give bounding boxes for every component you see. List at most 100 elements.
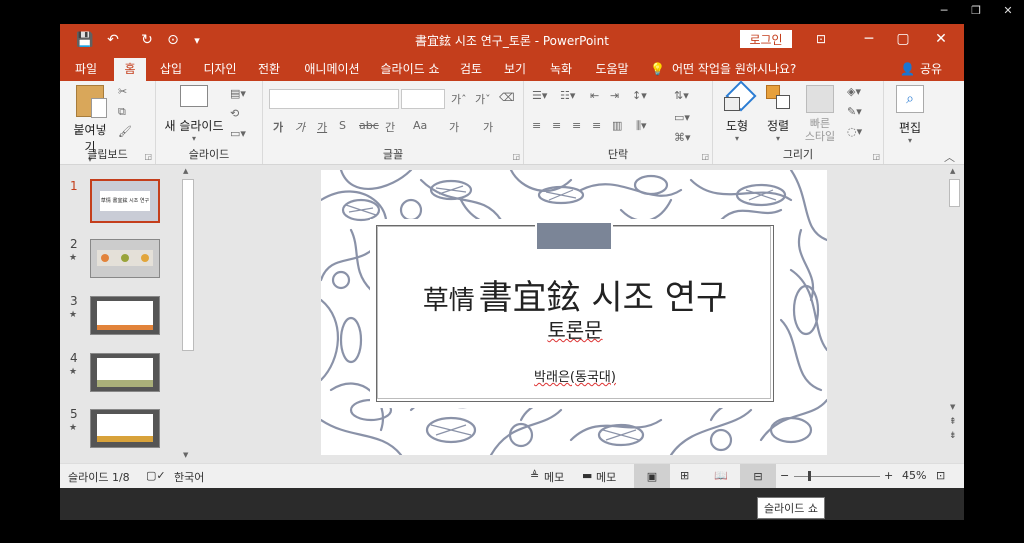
- justify-icon[interactable]: ≡: [592, 119, 601, 132]
- slide-sorter-icon[interactable]: ⊞: [680, 469, 689, 482]
- tab-home[interactable]: 홈: [114, 58, 146, 81]
- slide-thumb-4[interactable]: [90, 353, 160, 392]
- tab-transitions[interactable]: 전환: [252, 58, 286, 81]
- tab-record[interactable]: 녹화: [544, 58, 578, 81]
- outer-minimize-icon[interactable]: ─: [928, 0, 960, 20]
- tab-insert[interactable]: 삽입: [154, 58, 188, 81]
- editing-button[interactable]: ⌕ 편집 ▾: [890, 85, 930, 145]
- tell-me-box[interactable]: 어떤 작업을 원하시나요?: [672, 58, 802, 81]
- cut-icon[interactable]: ✂: [118, 85, 127, 98]
- change-case-icon[interactable]: Aa: [413, 119, 427, 132]
- increase-indent-icon[interactable]: ⇥: [610, 89, 619, 102]
- shape-fill-icon[interactable]: ◈▾: [847, 85, 861, 98]
- scrollbar-thumb[interactable]: [182, 179, 194, 351]
- zoom-in-icon[interactable]: +: [884, 469, 893, 482]
- zoom-slider-thumb[interactable]: [808, 471, 811, 481]
- align-center-icon[interactable]: ≡: [552, 119, 561, 132]
- editor-scrollbar[interactable]: ▲ ▼ ⇞ ⇟: [946, 165, 962, 463]
- notes-icon[interactable]: ≜: [530, 469, 539, 482]
- scroll-up-icon[interactable]: ▲: [950, 167, 955, 175]
- align-right-icon[interactable]: ≡: [572, 119, 581, 132]
- drawing-launcher-icon[interactable]: ◲: [872, 152, 880, 161]
- ribbon-display-options-icon[interactable]: ⊡: [807, 29, 835, 49]
- fit-to-window-icon[interactable]: ⊡: [936, 469, 945, 482]
- highlight-icon[interactable]: 가: [449, 119, 459, 135]
- minimize-icon[interactable]: ─: [855, 29, 883, 49]
- copy-icon[interactable]: ⧉: [118, 105, 126, 119]
- text-direction-icon[interactable]: ⇅▾: [674, 89, 689, 102]
- increase-font-icon[interactable]: 가ˆ: [451, 91, 467, 107]
- share-button[interactable]: 공유: [916, 58, 946, 81]
- tab-help[interactable]: 도움말: [590, 58, 634, 81]
- slide-thumb-2[interactable]: [90, 239, 160, 278]
- underline-icon[interactable]: 가: [317, 119, 327, 135]
- language-indicator[interactable]: 한국어: [174, 469, 204, 485]
- italic-icon[interactable]: 가: [295, 119, 305, 135]
- bullets-icon[interactable]: ☰▾: [532, 89, 547, 102]
- title-box[interactable]: 草情 書宜鉉 시조 연구 토론문 박래은(동국대): [376, 225, 774, 402]
- tab-design[interactable]: 디자인: [198, 58, 242, 81]
- tab-slideshow[interactable]: 슬라이드 쇼: [376, 58, 444, 81]
- clear-format-icon[interactable]: ⌫: [499, 91, 515, 104]
- collapse-ribbon-icon[interactable]: ︿: [944, 149, 955, 165]
- quick-styles-button[interactable]: 빠른 스타일: [799, 85, 841, 143]
- slides-pane-scrollbar[interactable]: ▲ ▼: [180, 165, 194, 463]
- zoom-level[interactable]: 45%: [902, 469, 926, 482]
- scrollbar-thumb[interactable]: [949, 179, 960, 207]
- comments-button[interactable]: 메모: [596, 469, 616, 485]
- font-color-icon[interactable]: 가: [483, 119, 493, 135]
- scroll-down-icon[interactable]: ▼: [950, 403, 955, 411]
- paragraph-launcher-icon[interactable]: ◲: [701, 152, 709, 161]
- login-button[interactable]: 로그인: [740, 30, 792, 48]
- char-spacing-icon[interactable]: 간: [385, 119, 395, 135]
- outer-restore-icon[interactable]: ❐: [960, 0, 992, 20]
- align-text-icon[interactable]: ▭▾: [674, 111, 690, 124]
- scroll-up-icon[interactable]: ▲: [183, 167, 188, 175]
- comments-icon[interactable]: ▬: [582, 469, 592, 482]
- zoom-slider[interactable]: [794, 471, 880, 481]
- decrease-indent-icon[interactable]: ⇤: [590, 89, 599, 102]
- line-spacing-icon[interactable]: ↕▾: [632, 89, 647, 102]
- distribute-icon[interactable]: ▥: [612, 119, 622, 132]
- normal-view-icon[interactable]: ▣: [634, 464, 670, 488]
- notes-button[interactable]: 메모: [544, 469, 564, 485]
- font-name-combo[interactable]: [269, 89, 399, 109]
- next-slide-icon[interactable]: ⇟: [949, 431, 957, 441]
- shadow-icon[interactable]: S: [339, 119, 346, 132]
- slide-thumb-3[interactable]: [90, 296, 160, 335]
- tab-animations[interactable]: 애니메이션: [298, 58, 366, 81]
- slide-thumb-5[interactable]: [90, 409, 160, 448]
- numbering-icon[interactable]: ☷▾: [560, 89, 575, 102]
- tab-file[interactable]: 파일: [68, 58, 104, 81]
- shape-effects-icon[interactable]: ◌▾: [847, 125, 862, 138]
- zoom-out-icon[interactable]: −: [780, 469, 789, 482]
- slide-canvas[interactable]: 草情 書宜鉉 시조 연구 토론문 박래은(동국대): [321, 170, 827, 455]
- shapes-button[interactable]: 도형 ▾: [717, 80, 757, 143]
- font-size-combo[interactable]: [401, 89, 445, 109]
- new-slide-button[interactable]: 새 슬라이드 ▾: [162, 85, 226, 143]
- bold-icon[interactable]: 가: [273, 119, 283, 135]
- reading-view-icon[interactable]: 📖: [714, 469, 728, 482]
- slide-thumb-1[interactable]: 草情 書宜鉉 시조 연구: [90, 179, 160, 223]
- slide-author[interactable]: 박래은(동국대): [377, 366, 773, 385]
- columns-icon[interactable]: ⫼▾: [636, 119, 647, 133]
- scroll-down-icon[interactable]: ▼: [183, 451, 188, 459]
- shape-outline-icon[interactable]: ✎▾: [847, 105, 862, 118]
- align-left-icon[interactable]: ≡: [532, 119, 541, 132]
- smartart-icon[interactable]: ⌘▾: [674, 131, 691, 144]
- decrease-font-icon[interactable]: 가ˇ: [475, 91, 491, 107]
- strikethrough-icon[interactable]: abc: [359, 119, 379, 132]
- slide-title[interactable]: 草情 書宜鉉 시조 연구: [377, 270, 773, 319]
- maximize-icon[interactable]: ▢: [889, 29, 917, 49]
- tab-view[interactable]: 보기: [498, 58, 532, 81]
- slideshow-view-icon[interactable]: ⊟: [740, 464, 776, 488]
- arrange-button[interactable]: 정렬 ▾: [759, 85, 797, 143]
- spelling-check-icon[interactable]: ▢✓: [146, 469, 166, 482]
- format-painter-icon[interactable]: 🖌: [118, 125, 132, 138]
- section-icon[interactable]: ▭▾: [230, 127, 246, 140]
- previous-slide-icon[interactable]: ⇞: [949, 417, 957, 427]
- outer-close-icon[interactable]: ✕: [992, 0, 1024, 20]
- reset-icon[interactable]: ⟲: [230, 107, 239, 120]
- font-launcher-icon[interactable]: ◲: [512, 152, 520, 161]
- layout-icon[interactable]: ▤▾: [230, 87, 246, 100]
